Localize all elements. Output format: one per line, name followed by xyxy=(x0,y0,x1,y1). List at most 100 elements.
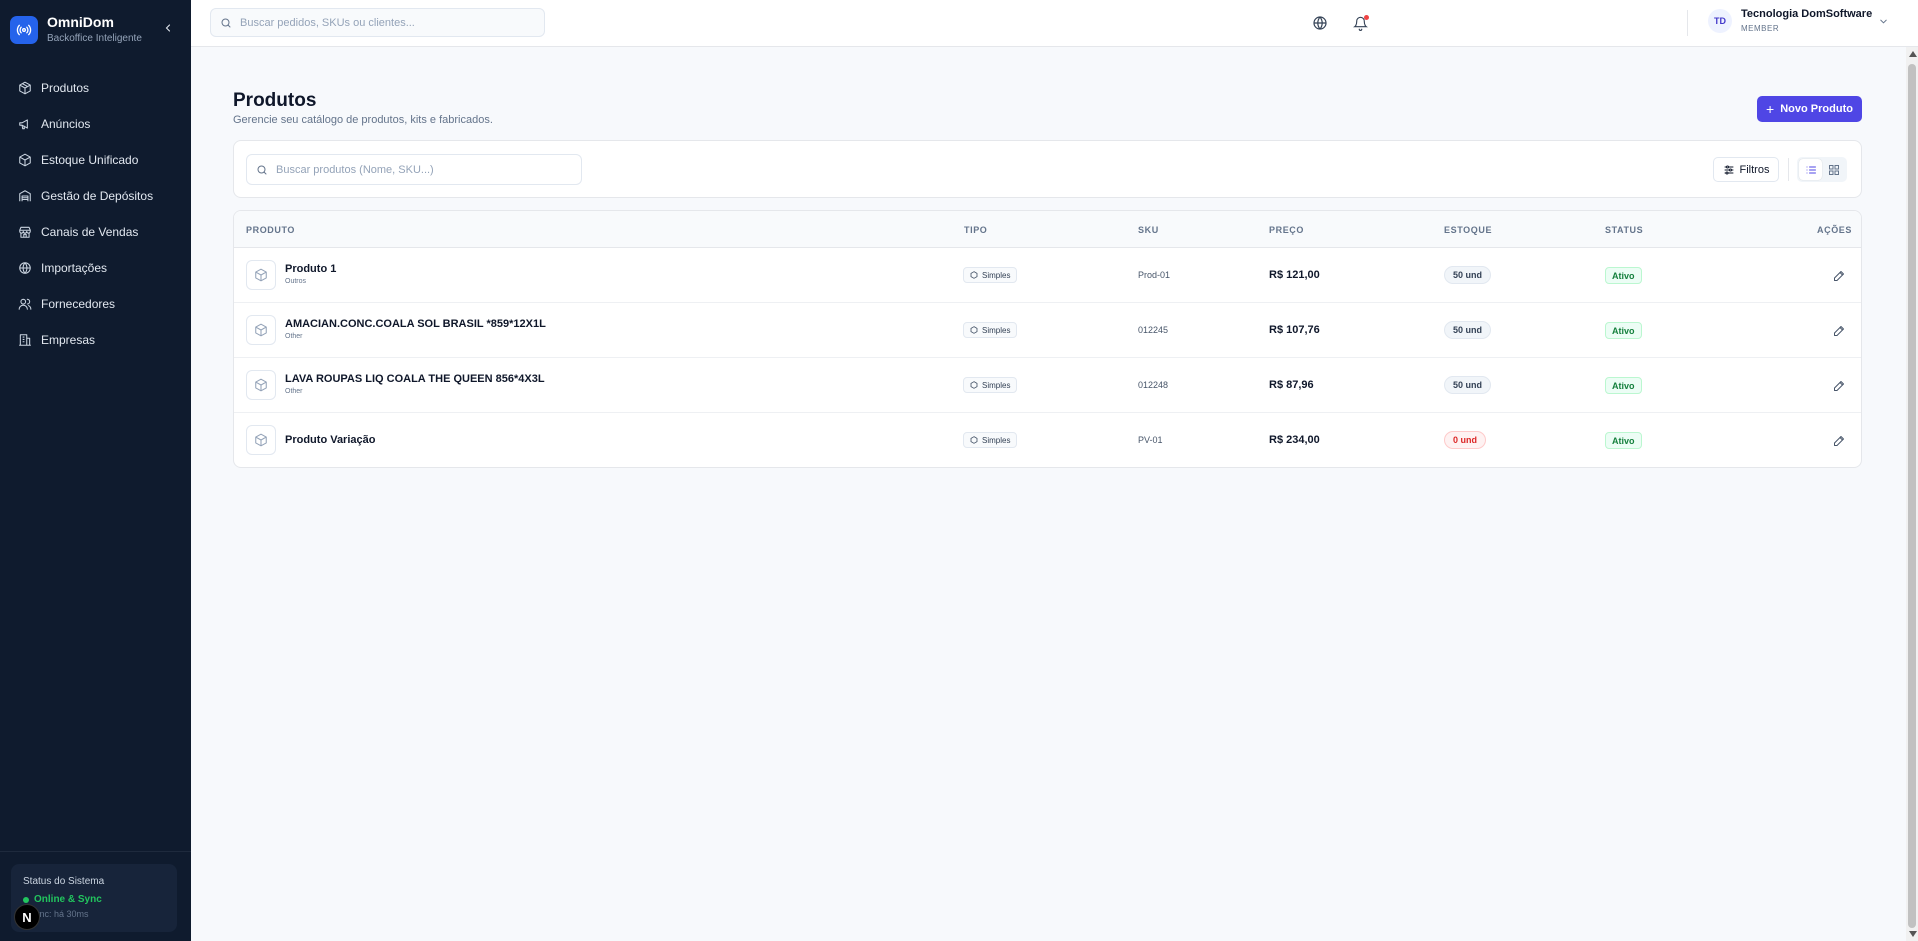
product-thumbnail xyxy=(246,425,276,455)
scroll-thumb[interactable] xyxy=(1908,64,1916,928)
table-row[interactable]: AMACIAN.CONC.COALA SOL BRASIL *859*12X1L… xyxy=(234,303,1861,358)
page-scrollbar[interactable] xyxy=(1906,47,1918,941)
online-dot-icon xyxy=(23,896,29,903)
user-role: MEMBER xyxy=(1741,24,1780,33)
column-header-sku[interactable]: SKU xyxy=(1138,225,1159,235)
sidebar-item-label: Empresas xyxy=(41,333,96,347)
chevron-down-icon xyxy=(1880,19,1887,24)
edit-button[interactable] xyxy=(1831,433,1847,449)
brand[interactable]: OmniDom Backoffice Inteligente xyxy=(10,14,142,45)
sidebar-item-label: Produtos xyxy=(41,81,90,95)
sidebar-item-label: Canais de Vendas xyxy=(41,225,139,239)
type-badge: Simples xyxy=(963,267,1018,283)
user-menu[interactable]: TD Tecnologia DomSoftware MEMBER xyxy=(1708,7,1889,35)
new-product-button[interactable]: + Novo Produto xyxy=(1757,96,1862,122)
type-badge: Simples xyxy=(963,377,1018,393)
sidebar-nav: Produtos Anúncios Estoque Unificado Gest… xyxy=(0,70,191,358)
system-status-label: Online & Sync xyxy=(34,894,102,905)
pencil-icon xyxy=(1834,436,1844,446)
type-label: Simples xyxy=(982,435,1011,445)
sidebar-item-label: Importações xyxy=(41,261,108,275)
status-badge: Ativo xyxy=(1605,322,1642,339)
sidebar-item-label: Anúncios xyxy=(41,117,91,131)
sidebar-item-label: Estoque Unificado xyxy=(41,153,139,167)
grid-view-button[interactable] xyxy=(1822,159,1845,180)
product-category: Outros xyxy=(285,278,307,285)
scroll-down-arrow-icon[interactable] xyxy=(1909,931,1917,937)
edit-button[interactable] xyxy=(1831,268,1847,284)
package-icon xyxy=(18,81,32,95)
product-name[interactable]: Produto 1 xyxy=(285,263,336,275)
table-row[interactable]: Produto 1 Outros Simples Prod-01 R$ 121,… xyxy=(234,248,1861,303)
view-toggle xyxy=(1797,157,1847,182)
filters-button[interactable]: Filtros xyxy=(1713,157,1779,182)
column-header-type[interactable]: TIPO xyxy=(964,225,987,235)
edit-button[interactable] xyxy=(1831,323,1847,339)
chevron-left-icon xyxy=(165,24,171,32)
sliders-icon xyxy=(1724,165,1734,174)
table-row[interactable]: Produto Variação Simples PV-01 R$ 234,00… xyxy=(234,413,1861,467)
package-icon xyxy=(255,323,267,337)
brand-subtitle: Backoffice Inteligente xyxy=(47,33,142,44)
product-name[interactable]: Produto Variação xyxy=(285,434,375,446)
topbar: TD Tecnologia DomSoftware MEMBER xyxy=(191,0,1918,47)
brand-name: OmniDom xyxy=(47,14,114,30)
sidebar: OmniDom Backoffice Inteligente Produtos … xyxy=(0,0,191,941)
column-header-status[interactable]: STATUS xyxy=(1605,225,1643,235)
product-name[interactable]: AMACIAN.CONC.COALA SOL BRASIL *859*12X1L xyxy=(285,318,546,330)
users-icon xyxy=(18,297,32,311)
status-badge: Ativo xyxy=(1605,432,1642,449)
sidebar-item-canais-de-vendas[interactable]: Canais de Vendas xyxy=(0,214,191,250)
product-sku: Prod-01 xyxy=(1138,270,1171,280)
sidebar-divider xyxy=(0,851,191,852)
products-table: PRODUTO TIPO SKU PREÇO ESTOQUE STATUS AÇ… xyxy=(233,210,1862,468)
table-row[interactable]: LAVA ROUPAS LIQ COALA THE QUEEN 856*4X3L… xyxy=(234,358,1861,413)
collapse-sidebar-button[interactable] xyxy=(160,20,176,36)
product-search-input[interactable] xyxy=(276,163,576,176)
type-badge: Simples xyxy=(963,432,1018,448)
package-icon xyxy=(255,268,267,282)
box-icon xyxy=(970,271,978,279)
scroll-up-arrow-icon[interactable] xyxy=(1909,51,1917,57)
edit-button[interactable] xyxy=(1831,378,1847,394)
product-search[interactable] xyxy=(246,154,582,185)
stock-badge: 50 und xyxy=(1444,266,1492,284)
stock-badge: 0 und xyxy=(1444,431,1486,449)
sidebar-item-fornecedores[interactable]: Fornecedores xyxy=(0,286,191,322)
sidebar-item-label: Fornecedores xyxy=(41,297,116,311)
box-icon xyxy=(18,153,32,167)
user-name: Tecnologia DomSoftware xyxy=(1741,8,1873,20)
notifications-button[interactable] xyxy=(1350,13,1370,33)
sidebar-item-empresas[interactable]: Empresas xyxy=(0,322,191,358)
list-icon xyxy=(1806,166,1816,173)
sidebar-item-gestao-de-depositos[interactable]: Gestão de Depósitos xyxy=(0,178,191,214)
column-header-stock[interactable]: ESTOQUE xyxy=(1444,225,1492,235)
sidebar-item-estoque-unificado[interactable]: Estoque Unificado xyxy=(0,142,191,178)
box-icon xyxy=(970,381,978,389)
dev-tools-badge[interactable]: N xyxy=(14,904,40,930)
sidebar-item-importacoes[interactable]: Importações xyxy=(0,250,191,286)
column-header-product[interactable]: PRODUTO xyxy=(246,225,295,235)
product-name[interactable]: LAVA ROUPAS LIQ COALA THE QUEEN 856*4X3L xyxy=(285,373,545,385)
column-header-price[interactable]: PREÇO xyxy=(1269,225,1304,235)
sidebar-item-anuncios[interactable]: Anúncios xyxy=(0,106,191,142)
box-icon xyxy=(970,436,978,444)
type-label: Simples xyxy=(982,270,1011,280)
list-view-button[interactable] xyxy=(1799,159,1822,180)
system-status-state: Online & Sync xyxy=(23,894,102,905)
plus-icon: + xyxy=(1766,100,1775,117)
product-price: R$ 234,00 xyxy=(1269,434,1320,446)
product-price: R$ 87,96 xyxy=(1269,379,1314,391)
box-icon xyxy=(970,326,978,334)
product-thumbnail xyxy=(246,260,276,290)
warehouse-icon xyxy=(18,189,32,203)
page-subtitle: Gerencie seu catálogo de produtos, kits … xyxy=(233,114,493,126)
sidebar-item-produtos[interactable]: Produtos xyxy=(0,70,191,106)
global-search[interactable] xyxy=(210,8,545,37)
type-label: Simples xyxy=(982,325,1011,335)
global-search-input[interactable] xyxy=(240,16,530,29)
language-button[interactable] xyxy=(1310,13,1330,33)
system-status-title: Status do Sistema xyxy=(23,876,105,887)
notification-dot xyxy=(1364,15,1369,20)
filter-bar: Filtros xyxy=(233,140,1862,198)
